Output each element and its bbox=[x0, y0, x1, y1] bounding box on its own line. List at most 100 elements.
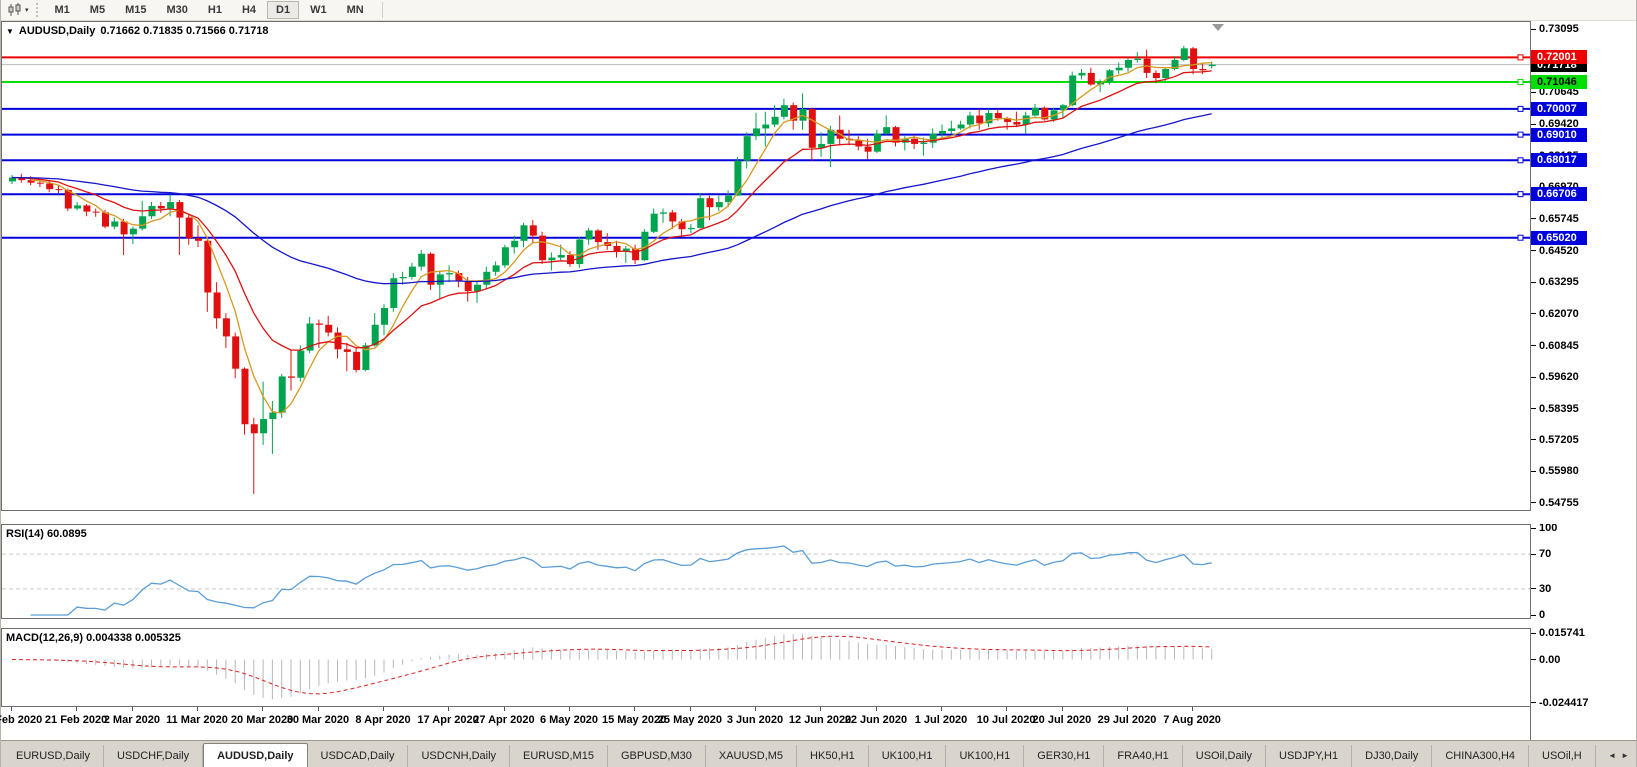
date-axis[interactable]: 12 Feb 202021 Feb 20202 Mar 202011 Mar 2… bbox=[1, 707, 1636, 740]
macd-pane: MACD(12,26,9) 0.004338 0.005325 0.015741… bbox=[1, 628, 1636, 707]
axis-tick-label: 0.73095 bbox=[1531, 23, 1579, 35]
axis-tick-label: 0.54755 bbox=[1531, 497, 1579, 509]
candlestick-chart-icon bbox=[7, 3, 23, 17]
macd-label: MACD(12,26,9) 0.004338 0.005325 bbox=[6, 632, 181, 644]
chart-tab-audusd-daily[interactable]: AUDUSD,Daily bbox=[203, 743, 307, 767]
date-label: 27 Apr 2020 bbox=[473, 714, 534, 726]
timeframe-buttons: M1M5M15M30H1H4D1W1MN bbox=[45, 1, 374, 19]
axis-tick-label: 0.65745 bbox=[1531, 213, 1579, 225]
candlestick-canvas[interactable] bbox=[2, 22, 1530, 510]
chart-tab-usoil-h[interactable]: USOil,H bbox=[1529, 745, 1596, 767]
date-label: 20 Jul 2020 bbox=[1033, 714, 1092, 726]
date-label: 12 Feb 2020 bbox=[0, 714, 42, 726]
date-label: 3 Jun 2020 bbox=[727, 714, 783, 726]
axis-tick-label: 0.63295 bbox=[1531, 276, 1579, 288]
chart-tab-uk100-h1[interactable]: UK100,H1 bbox=[869, 745, 947, 767]
axis-tick-label: 0.58395 bbox=[1531, 403, 1579, 415]
mt4-window: ▾ M1M5M15M30H1H4D1W1MN ▼ AUDUSD,Daily 0.… bbox=[0, 0, 1637, 767]
timeframe-button-m15[interactable]: M15 bbox=[116, 1, 155, 19]
tab-scroll-right-icon[interactable]: ► bbox=[1621, 751, 1629, 760]
axis-tick-label: 0 bbox=[1531, 609, 1545, 619]
collapse-icon[interactable]: ▼ bbox=[6, 27, 14, 36]
date-tick bbox=[876, 707, 877, 711]
date-label: 1 Jul 2020 bbox=[915, 714, 968, 726]
toolbar-grip[interactable] bbox=[36, 3, 38, 17]
toolbar-separator bbox=[382, 2, 383, 18]
price-level-badge: 0.68017 bbox=[1531, 153, 1587, 167]
axis-tick-label: 30 bbox=[1531, 583, 1551, 595]
tab-scroll-left-icon[interactable]: ◄ bbox=[1608, 751, 1616, 760]
date-label: 17 Apr 2020 bbox=[417, 714, 478, 726]
chart-tab-uk100-h1[interactable]: UK100,H1 bbox=[946, 745, 1024, 767]
timeframe-button-h1[interactable]: H1 bbox=[199, 1, 231, 19]
timeframe-button-mn[interactable]: MN bbox=[338, 1, 373, 19]
chart-header: ▼ AUDUSD,Daily 0.71662 0.71835 0.71566 0… bbox=[6, 25, 269, 37]
rsi-canvas[interactable] bbox=[2, 525, 1530, 618]
main-plot[interactable]: ▼ AUDUSD,Daily 0.71662 0.71835 0.71566 0… bbox=[1, 21, 1531, 511]
timeframe-button-w1[interactable]: W1 bbox=[301, 1, 336, 19]
date-label: 30 Mar 2020 bbox=[287, 714, 349, 726]
price-level-badge: 0.71046 bbox=[1531, 75, 1587, 89]
chart-tab-fra40-h1[interactable]: FRA40,H1 bbox=[1104, 745, 1182, 767]
chart-tabbar: EURUSD,DailyUSDCHF,DailyAUDUSD,DailyUSDC… bbox=[1, 740, 1636, 767]
rsi-plot[interactable]: RSI(14) 60.0895 bbox=[1, 524, 1531, 619]
date-tick bbox=[1006, 707, 1007, 711]
rsi-label: RSI(14) 60.0895 bbox=[6, 528, 87, 540]
chart-tab-dj30-daily[interactable]: DJ30,Daily bbox=[1352, 745, 1432, 767]
timeframe-toolbar: ▾ M1M5M15M30H1H4D1W1MN bbox=[1, 0, 1636, 21]
chart-tab-usdjpy-h1[interactable]: USDJPY,H1 bbox=[1266, 745, 1352, 767]
date-label: 15 May 2020 bbox=[602, 714, 666, 726]
date-tick bbox=[941, 707, 942, 711]
timeframe-button-m5[interactable]: M5 bbox=[81, 1, 114, 19]
macd-canvas[interactable] bbox=[2, 629, 1530, 706]
chevron-down-icon: ▾ bbox=[25, 6, 29, 14]
axis-tick-label: 0.59620 bbox=[1531, 371, 1579, 383]
axis-tick-label: -0.024417 bbox=[1531, 697, 1589, 707]
date-label: 22 Jun 2020 bbox=[845, 714, 907, 726]
date-label: 10 Jul 2020 bbox=[977, 714, 1036, 726]
pane-splitter[interactable] bbox=[1, 511, 1636, 524]
price-level-badge: 0.70007 bbox=[1531, 102, 1587, 116]
price-axis[interactable]: 0.730950.706450.694200.681950.669700.657… bbox=[1531, 21, 1636, 511]
chart-tab-hk50-h1[interactable]: HK50,H1 bbox=[797, 745, 869, 767]
chart-tab-gbpusd-m30[interactable]: GBPUSD,M30 bbox=[608, 745, 706, 767]
macd-axis[interactable]: 0.0157410.00-0.024417 bbox=[1531, 628, 1636, 707]
timeframe-button-h4[interactable]: H4 bbox=[233, 1, 265, 19]
rsi-axis[interactable]: 10070300 bbox=[1531, 524, 1636, 619]
date-tick bbox=[1192, 707, 1193, 711]
chart-tools-button[interactable]: ▾ bbox=[4, 2, 32, 18]
price-level-badge: 0.65020 bbox=[1531, 231, 1587, 245]
chart-tab-china300-h4[interactable]: CHINA300,H4 bbox=[1432, 745, 1529, 767]
chart-tab-xauusd-m5[interactable]: XAUUSD,M5 bbox=[706, 745, 797, 767]
timeframe-button-m1[interactable]: M1 bbox=[46, 1, 79, 19]
pane-splitter[interactable] bbox=[1, 619, 1636, 628]
chart-tab-usdcnh-daily[interactable]: USDCNH,Daily bbox=[408, 745, 510, 767]
date-label: 12 Jun 2020 bbox=[789, 714, 851, 726]
price-level-badge: 0.72001 bbox=[1531, 50, 1587, 64]
axis-tick-label: 0.62070 bbox=[1531, 308, 1579, 320]
date-tick bbox=[11, 707, 12, 711]
chart-tab-ger30-h1[interactable]: GER30,H1 bbox=[1024, 745, 1104, 767]
chart-tab-usdcad-daily[interactable]: USDCAD,Daily bbox=[308, 745, 409, 767]
date-tick bbox=[197, 707, 198, 711]
axis-tick-label: 0.55980 bbox=[1531, 465, 1579, 477]
macd-plot[interactable]: MACD(12,26,9) 0.004338 0.005325 bbox=[1, 628, 1531, 707]
date-tick bbox=[76, 707, 77, 711]
date-label: 11 Mar 2020 bbox=[166, 714, 228, 726]
chart-tab-usoil-daily[interactable]: USOil,Daily bbox=[1183, 745, 1266, 767]
date-label: 21 Feb 2020 bbox=[45, 714, 107, 726]
date-label: 8 Apr 2020 bbox=[355, 714, 410, 726]
chart-tab-eurusd-m15[interactable]: EURUSD,M15 bbox=[510, 745, 608, 767]
chart-tab-usdchf-daily[interactable]: USDCHF,Daily bbox=[104, 745, 203, 767]
date-tick bbox=[690, 707, 691, 711]
timeframe-button-m30[interactable]: M30 bbox=[157, 1, 196, 19]
date-tick bbox=[383, 707, 384, 711]
axis-tick-label: 70 bbox=[1531, 548, 1551, 560]
date-tick bbox=[820, 707, 821, 711]
timeframe-button-d1[interactable]: D1 bbox=[267, 1, 299, 19]
date-tick bbox=[1127, 707, 1128, 711]
date-tick bbox=[318, 707, 319, 711]
date-tick bbox=[132, 707, 133, 711]
chart-tab-eurusd-daily[interactable]: EURUSD,Daily bbox=[3, 745, 104, 767]
rsi-header: RSI(14) 60.0895 bbox=[6, 528, 87, 540]
